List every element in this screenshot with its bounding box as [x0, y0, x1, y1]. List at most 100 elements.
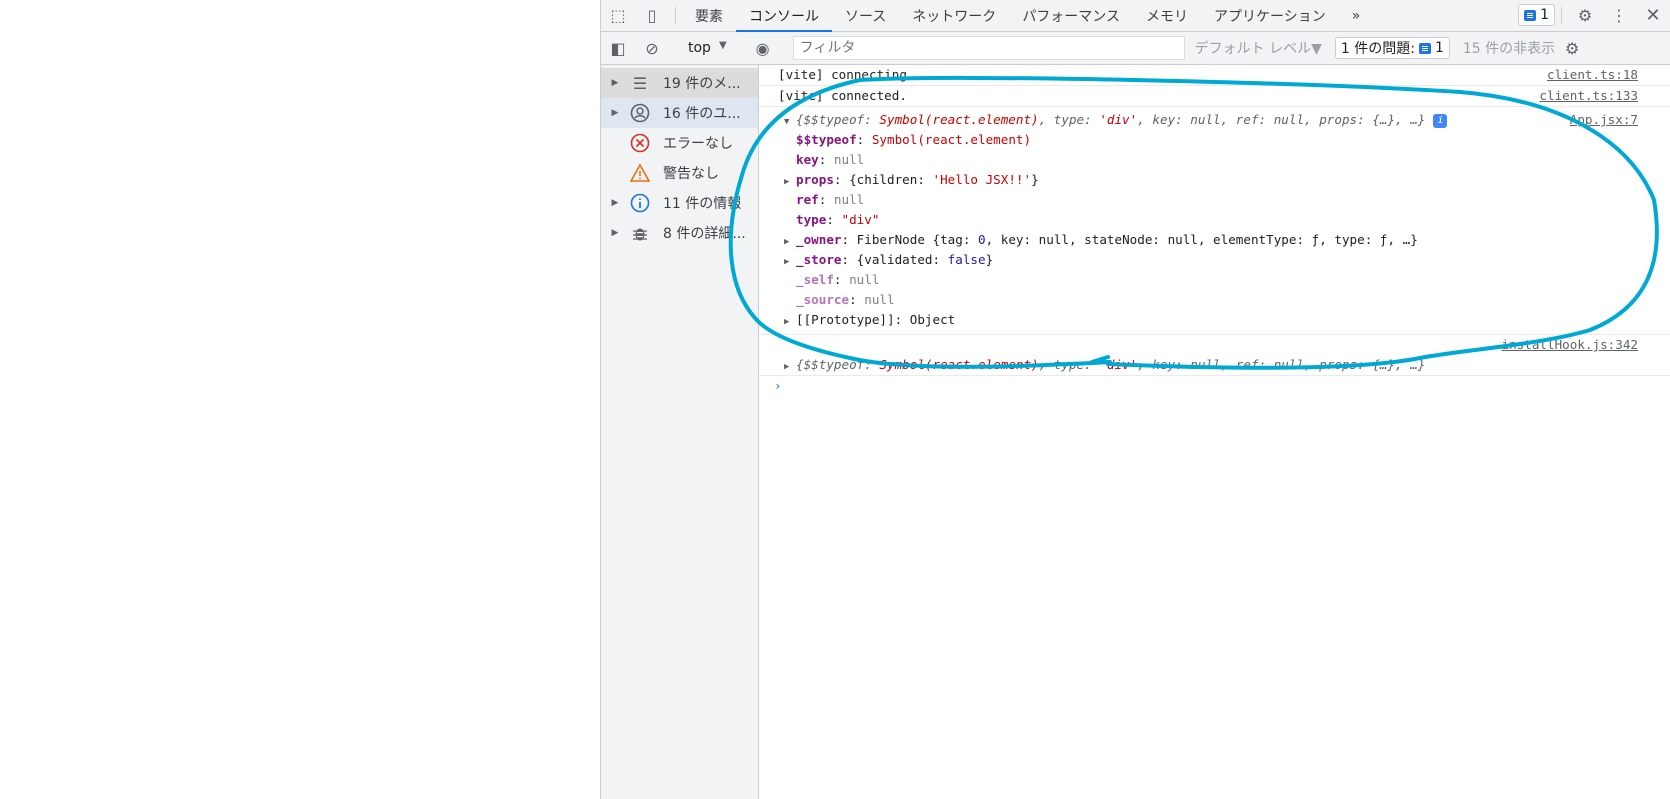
- sidebar-item-verbose[interactable]: ▶ 8 件の詳細...: [601, 218, 758, 248]
- property-key: _self: [796, 272, 834, 287]
- devtools-panel: ⬚ ▯ 要素 コンソール ソース ネットワーク パフォーマンス メモリ アプリケ…: [600, 0, 1670, 799]
- expand-arrow-icon[interactable]: ▶: [784, 357, 796, 377]
- sidebar-item-user-messages[interactable]: ▶ 16 件のユ...: [601, 98, 758, 128]
- tab-elements[interactable]: 要素: [682, 0, 736, 31]
- tab-network[interactable]: ネットワーク: [899, 0, 1009, 31]
- divider: [675, 7, 676, 24]
- divider: [1561, 7, 1562, 24]
- expand-arrow-icon[interactable]: ▶: [784, 232, 796, 252]
- object-property[interactable]: ▶ [[Prototype]]: Object: [746, 310, 1670, 330]
- console-message: [vite] connecting... client.ts:18: [759, 65, 1670, 86]
- object-property[interactable]: ▶ _store: {validated: false}: [746, 250, 1670, 270]
- sidebar-item-label: 19 件のメ...: [663, 76, 741, 92]
- expand-arrow-icon[interactable]: ▶: [601, 228, 629, 238]
- inspect-element-icon[interactable]: ⬚: [601, 0, 635, 31]
- sidebar-item-label: 16 件のユ...: [663, 106, 741, 122]
- context-value: top: [688, 40, 711, 56]
- property-key: key: [796, 152, 819, 167]
- tab-memory[interactable]: メモリ: [1133, 0, 1201, 31]
- object-property: _source: null: [796, 292, 895, 307]
- clear-console-icon[interactable]: ⊘: [635, 39, 669, 58]
- property-value: null: [833, 192, 865, 207]
- object-property: type: "div": [796, 212, 880, 227]
- sidebar-item-label: 11 件の情報: [663, 196, 742, 212]
- context-selector[interactable]: top ▼: [682, 40, 733, 56]
- console-message-object: App.jsx:7 ▼ {$$typeof: Symbol(react.eleme…: [759, 107, 1670, 335]
- console-message-object: installHook.js:342 ▶ {$$typeof: Symbol(re…: [759, 335, 1670, 376]
- message-text: [vite] connecting...: [778, 67, 930, 82]
- tab-console[interactable]: コンソール: [736, 0, 832, 32]
- sidebar-item-info[interactable]: ▶ 11 件の情報: [601, 188, 758, 218]
- warning-icon: [629, 162, 651, 184]
- property-key: _store: [796, 252, 842, 267]
- sidebar-item-label: 8 件の詳細...: [663, 226, 746, 242]
- console-message: [vite] connected. client.ts:133: [759, 86, 1670, 107]
- expand-arrow-icon[interactable]: ▶: [784, 172, 796, 192]
- tab-application[interactable]: アプリケーション: [1201, 0, 1339, 31]
- console-prompt[interactable]: ›: [759, 376, 1670, 396]
- sidebar-item-messages[interactable]: ▶ ☰ 19 件のメ...: [601, 68, 758, 98]
- property-key: props: [796, 172, 834, 187]
- property-key: ref: [796, 192, 819, 207]
- issues-badge-count: 1: [1540, 7, 1549, 23]
- console-sidebar: ▶ ☰ 19 件のメ... ▶ 16 件のユ... エラーなし 警告なし ▶ 11 件の…: [601, 65, 759, 799]
- more-tabs-icon[interactable]: »: [1339, 0, 1374, 31]
- issues-button[interactable]: 1 件の問題: 1: [1334, 37, 1450, 59]
- property-value: "div": [841, 212, 880, 227]
- expand-arrow-icon[interactable]: ▶: [601, 108, 629, 118]
- property-value: Object: [909, 312, 956, 327]
- dropdown-arrow-icon: ▼: [718, 40, 727, 51]
- sidebar-item-warnings[interactable]: 警告なし: [601, 158, 758, 188]
- log-level-select[interactable]: デフォルト レベル▼: [1195, 38, 1322, 58]
- console-output: [vite] connecting... client.ts:18 [vite] …: [759, 65, 1670, 799]
- device-toolbar-icon[interactable]: ▯: [635, 0, 669, 31]
- expand-arrow-icon[interactable]: ▶: [601, 78, 629, 88]
- issues-count: 1: [1434, 40, 1444, 56]
- source-link[interactable]: client.ts:133: [1539, 86, 1638, 106]
- devtools-tabbar: ⬚ ▯ 要素 コンソール ソース ネットワーク パフォーマンス メモリ アプリケ…: [601, 0, 1670, 32]
- issues-badge[interactable]: 1: [1518, 4, 1555, 26]
- collapse-arrow-icon[interactable]: ▼: [784, 112, 796, 132]
- object-preview[interactable]: ▶ {$$typeof: Symbol(react.element), type:…: [759, 355, 1670, 375]
- property-value: null: [864, 292, 895, 307]
- property-key: _owner: [796, 232, 842, 247]
- property-key: [[Prototype]]: [796, 312, 895, 327]
- property-value: null: [849, 272, 880, 287]
- info-icon[interactable]: i: [1433, 113, 1448, 128]
- info-icon: [629, 192, 651, 214]
- sidebar-item-errors[interactable]: エラーなし: [601, 128, 758, 158]
- settings-gear-icon[interactable]: ⚙: [1568, 0, 1602, 31]
- live-expression-eye-icon[interactable]: ◉: [746, 39, 780, 58]
- object-property: key: null: [796, 152, 865, 167]
- object-property: ref: null: [796, 192, 865, 207]
- object-property: _self: null: [796, 272, 880, 287]
- property-key: type: [796, 212, 827, 227]
- object-property: $$typeof: Symbol(react.element): [796, 132, 1032, 147]
- source-link[interactable]: client.ts:18: [1547, 65, 1638, 85]
- property-key: $$typeof: [796, 132, 857, 147]
- tab-performance[interactable]: パフォーマンス: [1009, 0, 1133, 31]
- issues-label: 1 件の問題:: [1340, 41, 1415, 57]
- expand-arrow-icon[interactable]: ▶: [784, 312, 796, 332]
- sidebar-toggle-icon[interactable]: ◧: [601, 39, 635, 58]
- message-icon: [1418, 42, 1431, 54]
- object-preview[interactable]: ▼ {$$typeof: Symbol(react.element), type:…: [759, 110, 1670, 130]
- expand-arrow-icon[interactable]: ▶: [784, 252, 796, 272]
- console-toolbar: ◧ ⊘ top▼ ◉ デフォルト レベル▼ 1 件の問題:1 15 件の非表示 …: [601, 32, 1670, 65]
- close-icon[interactable]: ✕: [1636, 0, 1670, 31]
- property-key: _source: [796, 292, 850, 307]
- message-text: [vite] connected.: [778, 88, 907, 103]
- hidden-count: 15 件の非表示: [1462, 41, 1556, 57]
- user-icon: [629, 102, 651, 124]
- object-property[interactable]: ▶ props: {children: 'Hello JSX!!'}: [746, 170, 1670, 190]
- object-property[interactable]: ▶ _owner: FiberNode {tag: 0, key: null, s…: [746, 230, 1670, 250]
- console-settings-gear-icon[interactable]: ⚙: [1555, 39, 1589, 58]
- filter-input[interactable]: [792, 36, 1185, 60]
- property-value: Symbol(react.element): [871, 132, 1032, 147]
- message-icon: [1524, 9, 1537, 21]
- expand-arrow-icon[interactable]: ▶: [601, 198, 629, 208]
- source-link[interactable]: installHook.js:342: [1502, 335, 1638, 355]
- kebab-menu-icon[interactable]: ⋮: [1602, 0, 1636, 31]
- bug-icon: [629, 222, 651, 244]
- tab-sources[interactable]: ソース: [832, 0, 899, 31]
